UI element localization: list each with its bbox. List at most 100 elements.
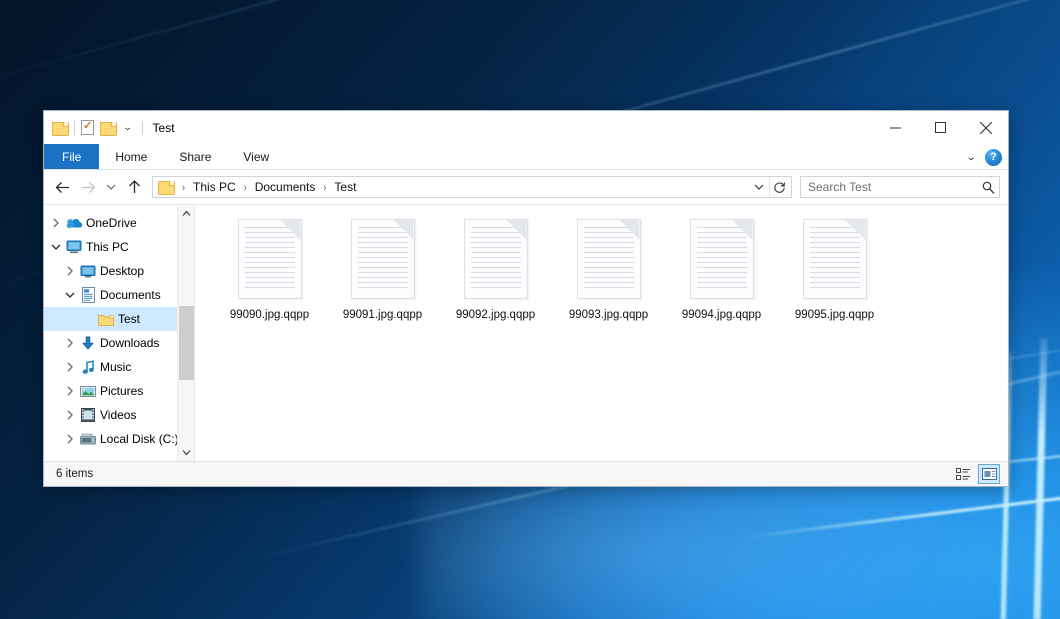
file-item[interactable]: 99093.jpg.qqpp [552, 217, 665, 321]
tab-share[interactable]: Share [163, 144, 227, 169]
file-name-label: 99094.jpg.qqpp [682, 309, 761, 321]
window-controls [873, 111, 1008, 144]
chevron-right-icon[interactable] [62, 266, 78, 276]
folder-icon [96, 313, 116, 326]
file-item[interactable]: 99092.jpg.qqpp [439, 217, 552, 321]
desktop-icon [78, 265, 98, 278]
desktop: ⌄ Test File Home Share View [0, 0, 1060, 619]
breadcrumb[interactable]: › This PC › Documents › Test [152, 176, 792, 198]
maximize-icon[interactable] [918, 111, 963, 144]
downloads-icon [78, 336, 98, 351]
ribbon-tabs-right: ⌄ ? [967, 144, 1002, 170]
chevron-down-icon[interactable]: ⌄ [965, 152, 976, 163]
sidebar-item-label: Local Disk (C:) [98, 432, 179, 446]
sidebar-item-label: Videos [98, 408, 136, 422]
sidebar-item-label: Test [116, 312, 140, 326]
sidebar-item-videos[interactable]: Videos [44, 403, 194, 427]
folder-tree: OneDrive This PC Desktop Documents Test Downl… [44, 211, 194, 451]
file-item[interactable]: 99095.jpg.qqpp [778, 217, 891, 321]
sidebar-item-label: Downloads [98, 336, 159, 350]
sidebar-item-downloads[interactable]: Downloads [44, 331, 194, 355]
breadcrumb-separator: › [317, 181, 332, 194]
generic-document-icon [577, 219, 641, 299]
chevron-down-icon[interactable] [48, 243, 64, 251]
chevron-right-icon[interactable] [62, 410, 78, 420]
sidebar-item-this-pc[interactable]: This PC [44, 235, 194, 259]
window-body: OneDrive This PC Desktop Documents Test Downl… [44, 204, 1008, 461]
sidebar-item-label: OneDrive [84, 216, 137, 230]
chevron-right-icon[interactable] [62, 386, 78, 396]
file-list-pane[interactable]: 99090.jpg.qqpp 99091.jpg.qqpp 99092.jpg.qq… [195, 205, 1008, 461]
file-name-label: 99091.jpg.qqpp [343, 309, 422, 321]
back-button[interactable] [50, 175, 74, 199]
customize-chevron-icon[interactable]: ⌄ [120, 123, 136, 132]
file-name-label: 99090.jpg.qqpp [230, 309, 309, 321]
window-title: Test [153, 121, 175, 135]
thispc-icon [64, 240, 84, 254]
search-placeholder: Search Test [808, 180, 982, 194]
tab-view[interactable]: View [227, 144, 285, 169]
breadcrumb-actions [749, 177, 789, 197]
music-icon [78, 360, 98, 375]
generic-document-icon [464, 219, 528, 299]
file-item[interactable]: 99091.jpg.qqpp [326, 217, 439, 321]
breadcrumb-separator: › [238, 181, 253, 194]
breadcrumb-item-documents[interactable]: Documents [253, 180, 318, 194]
previous-locations-chevron-icon[interactable] [749, 177, 769, 197]
close-icon[interactable] [963, 111, 1008, 144]
tab-home[interactable]: Home [99, 144, 163, 169]
chevron-right-icon[interactable] [62, 338, 78, 348]
pictures-icon [78, 385, 98, 398]
up-button[interactable] [122, 175, 146, 199]
sidebar-item-music[interactable]: Music [44, 355, 194, 379]
large-icons-view-button[interactable] [978, 464, 1000, 484]
scroll-down-icon[interactable] [178, 444, 195, 461]
sidebar-item-label: Music [98, 360, 131, 374]
sidebar-scrollbar[interactable] [177, 205, 194, 461]
recent-locations-chevron-icon[interactable] [102, 175, 120, 199]
videos-icon [78, 408, 98, 422]
file-item[interactable]: 99090.jpg.qqpp [213, 217, 326, 321]
scrollbar-track[interactable] [178, 222, 195, 444]
new-folder-icon[interactable] [100, 121, 116, 135]
search-input[interactable]: Search Test [800, 176, 1000, 198]
onedrive-icon [64, 217, 84, 229]
folder-icon[interactable] [52, 121, 68, 135]
breadcrumb-item-this-pc[interactable]: This PC [191, 180, 238, 194]
refresh-icon[interactable] [769, 177, 789, 197]
file-name-label: 99092.jpg.qqpp [456, 309, 535, 321]
generic-document-icon [351, 219, 415, 299]
properties-icon[interactable] [81, 120, 94, 135]
title-bar: ⌄ Test [44, 111, 1008, 144]
search-icon[interactable] [982, 181, 995, 194]
file-item[interactable]: 99094.jpg.qqpp [665, 217, 778, 321]
sidebar-item-pictures[interactable]: Pictures [44, 379, 194, 403]
sidebar-item-test[interactable]: Test [44, 307, 194, 331]
view-mode-buttons [952, 464, 1000, 484]
sidebar-item-local-disk-c[interactable]: Local Disk (C:) [44, 427, 194, 451]
chevron-right-icon[interactable] [62, 362, 78, 372]
sidebar-item-desktop[interactable]: Desktop [44, 259, 194, 283]
file-name-label: 99095.jpg.qqpp [795, 309, 874, 321]
breadcrumb-item-test[interactable]: Test [332, 180, 358, 194]
sidebar-item-documents[interactable]: Documents [44, 283, 194, 307]
scroll-up-icon[interactable] [178, 205, 195, 222]
sidebar-item-label: Desktop [98, 264, 144, 278]
chevron-right-icon[interactable] [48, 218, 64, 228]
chevron-right-icon[interactable] [62, 434, 78, 444]
sidebar-item-onedrive[interactable]: OneDrive [44, 211, 194, 235]
chevron-down-icon[interactable] [62, 291, 78, 299]
file-name-label: 99093.jpg.qqpp [569, 309, 648, 321]
tab-file[interactable]: File [44, 144, 99, 169]
sidebar-item-label: This PC [84, 240, 129, 254]
scrollbar-thumb[interactable] [179, 306, 194, 379]
folder-icon [158, 180, 174, 194]
minimize-icon[interactable] [873, 111, 918, 144]
help-icon[interactable]: ? [985, 149, 1002, 166]
generic-document-icon [690, 219, 754, 299]
forward-button[interactable] [76, 175, 100, 199]
breadcrumb-separator: › [176, 181, 191, 194]
drive-icon [78, 433, 98, 446]
details-view-button[interactable] [952, 464, 974, 484]
item-count-label: 6 items [56, 468, 93, 480]
